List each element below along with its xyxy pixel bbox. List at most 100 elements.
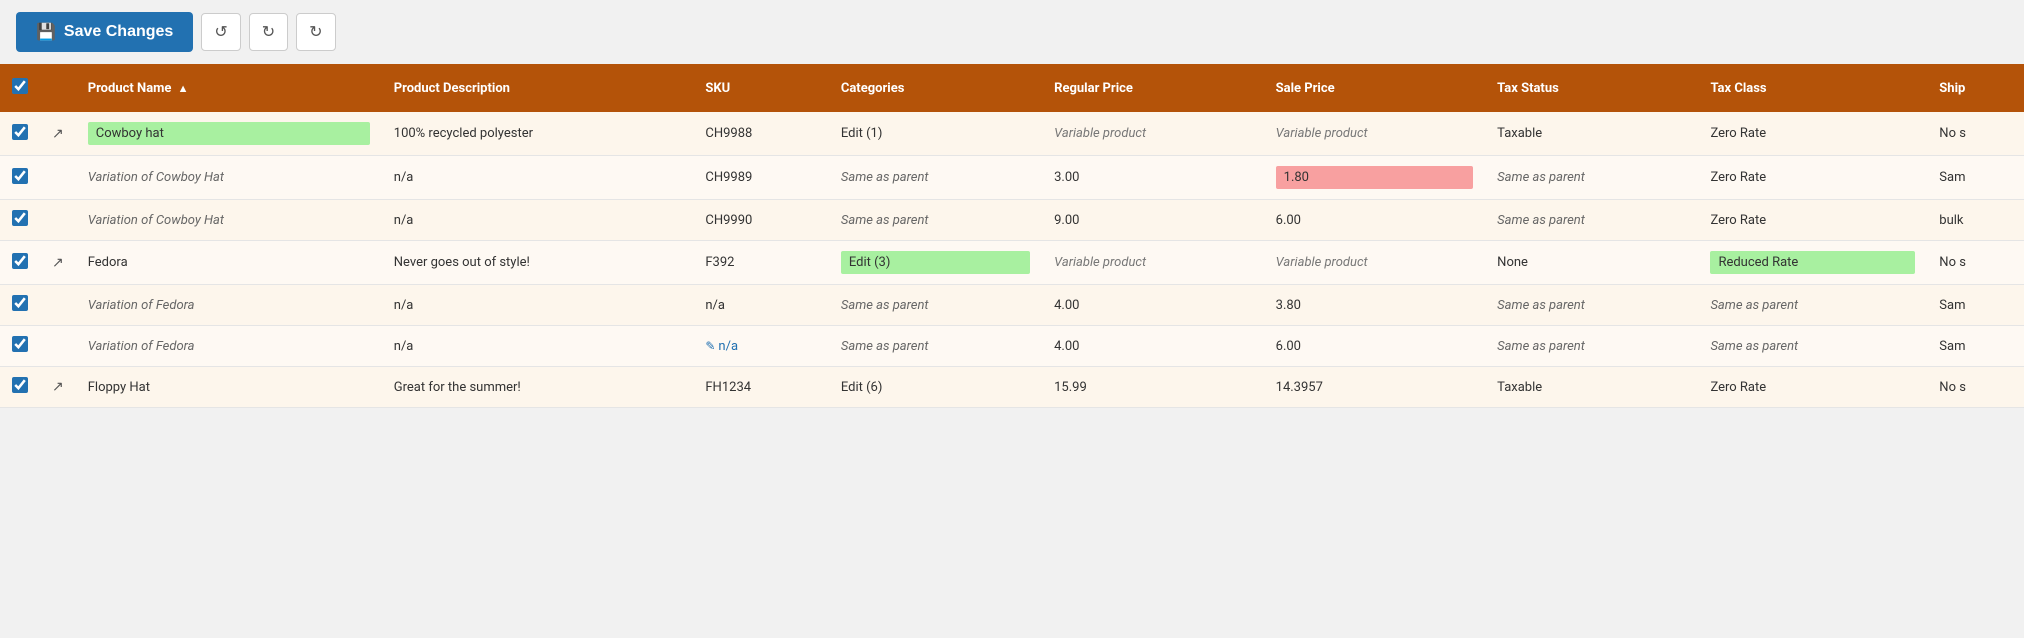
product-name-cell: Cowboy hat bbox=[76, 112, 382, 156]
product-description-cell: Great for the summer! bbox=[382, 367, 694, 408]
tax-status-value: Taxable bbox=[1497, 126, 1542, 141]
product-name-cell: Fedora bbox=[76, 241, 382, 285]
row-checkbox-cell bbox=[0, 285, 40, 326]
tax-class-value: Same as parent bbox=[1710, 298, 1798, 313]
row-link-cell: ↗ bbox=[40, 112, 76, 156]
regular-price-value: 9.00 bbox=[1054, 213, 1079, 228]
categories-value[interactable]: Edit (3) bbox=[841, 251, 1030, 274]
tax-class-cell: Zero Rate bbox=[1698, 200, 1927, 241]
sku-cell: F392 bbox=[693, 241, 828, 285]
undo-button[interactable]: ↺ bbox=[201, 13, 240, 51]
table-row: ↗ Fedora Never goes out of style!F392 Edit … bbox=[0, 241, 2024, 285]
regular-price-value: 4.00 bbox=[1054, 339, 1079, 354]
ship-cell: No s bbox=[1927, 112, 2024, 156]
sort-icon: ▲ bbox=[178, 82, 189, 95]
product-name-cell: Floppy Hat bbox=[76, 367, 382, 408]
external-link-icon[interactable]: ↗ bbox=[52, 255, 64, 271]
save-label: Save Changes bbox=[64, 23, 173, 41]
tax-status-value: Same as parent bbox=[1497, 298, 1585, 313]
row-checkbox[interactable] bbox=[12, 124, 28, 140]
sku-cell: n/a bbox=[693, 285, 828, 326]
sku-edit-icon[interactable]: ✎ bbox=[705, 339, 718, 353]
header-sku: SKU bbox=[693, 64, 828, 112]
sale-price-value: 6.00 bbox=[1276, 339, 1301, 354]
regular-price-cell: 4.00 bbox=[1042, 326, 1264, 367]
tax-status-cell: Same as parent bbox=[1485, 200, 1698, 241]
tax-class-value: Zero Rate bbox=[1710, 170, 1766, 185]
row-checkbox-cell bbox=[0, 156, 40, 200]
sale-price-value: 1.80 bbox=[1276, 166, 1474, 189]
product-name: Floppy Hat bbox=[88, 380, 150, 395]
tax-status-value: Same as parent bbox=[1497, 339, 1585, 354]
tax-status-value: Same as parent bbox=[1497, 170, 1585, 185]
row-checkbox[interactable] bbox=[12, 336, 28, 352]
categories-cell: Same as parent bbox=[829, 326, 1042, 367]
sale-price-value: Variable product bbox=[1276, 255, 1368, 270]
product-name: Variation of Fedora bbox=[88, 298, 195, 313]
product-name-cell: Variation of Cowboy Hat bbox=[76, 200, 382, 241]
regular-price-cell: 15.99 bbox=[1042, 367, 1264, 408]
product-description-cell: Never goes out of style! bbox=[382, 241, 694, 285]
tax-status-value: None bbox=[1497, 255, 1528, 270]
table-row: Variation of Cowboy Hatn/aCH9989Same as … bbox=[0, 156, 2024, 200]
product-description-cell: n/a bbox=[382, 326, 694, 367]
product-name: Variation of Fedora bbox=[88, 339, 195, 354]
redo-button[interactable]: ↻ bbox=[249, 13, 288, 51]
categories-cell: Same as parent bbox=[829, 285, 1042, 326]
sku-cell: FH1234 bbox=[693, 367, 828, 408]
row-link-cell bbox=[40, 285, 76, 326]
save-button[interactable]: 💾 Save Changes bbox=[16, 12, 193, 52]
save-icon: 💾 bbox=[36, 22, 56, 42]
tax-class-value: Same as parent bbox=[1710, 339, 1798, 354]
header-tax-status: Tax Status bbox=[1485, 64, 1698, 112]
row-checkbox[interactable] bbox=[12, 253, 28, 269]
categories-cell: Same as parent bbox=[829, 200, 1042, 241]
row-checkbox[interactable] bbox=[12, 210, 28, 226]
regular-price-value: 15.99 bbox=[1054, 380, 1087, 395]
regular-price-cell: Variable product bbox=[1042, 241, 1264, 285]
regular-price-cell: Variable product bbox=[1042, 112, 1264, 156]
regular-price-cell: 3.00 bbox=[1042, 156, 1264, 200]
tax-class-cell: Reduced Rate bbox=[1698, 241, 1927, 285]
header-product-description: Product Description bbox=[382, 64, 694, 112]
categories-value: Same as parent bbox=[841, 170, 929, 185]
row-link-cell bbox=[40, 200, 76, 241]
tax-status-cell: Taxable bbox=[1485, 367, 1698, 408]
regular-price-value: Variable product bbox=[1054, 126, 1146, 141]
sku-cell: CH9990 bbox=[693, 200, 828, 241]
row-checkbox[interactable] bbox=[12, 168, 28, 184]
product-description-cell: n/a bbox=[382, 285, 694, 326]
header-sale-price: Sale Price bbox=[1264, 64, 1486, 112]
categories-value: Same as parent bbox=[841, 298, 929, 313]
row-checkbox[interactable] bbox=[12, 295, 28, 311]
table-row: ↗ Floppy Hat Great for the summer!FH1234Ed… bbox=[0, 367, 2024, 408]
sale-price-cell: Variable product bbox=[1264, 241, 1486, 285]
categories-cell: Edit (6) bbox=[829, 367, 1042, 408]
row-checkbox-cell bbox=[0, 241, 40, 285]
tax-class-cell: Same as parent bbox=[1698, 326, 1927, 367]
external-link-icon[interactable]: ↗ bbox=[52, 379, 64, 395]
row-link-cell bbox=[40, 326, 76, 367]
row-link-cell: ↗ bbox=[40, 367, 76, 408]
row-checkbox[interactable] bbox=[12, 377, 28, 393]
header-link-col bbox=[40, 64, 76, 112]
regular-price-cell: 9.00 bbox=[1042, 200, 1264, 241]
tax-class-cell: Zero Rate bbox=[1698, 156, 1927, 200]
product-name: Fedora bbox=[88, 255, 128, 270]
sale-price-value: Variable product bbox=[1276, 126, 1368, 141]
row-checkbox-cell bbox=[0, 367, 40, 408]
sale-price-cell: 3.80 bbox=[1264, 285, 1486, 326]
row-checkbox-cell bbox=[0, 326, 40, 367]
tax-class-value: Reduced Rate bbox=[1710, 251, 1915, 274]
sale-price-cell: 6.00 bbox=[1264, 326, 1486, 367]
table-row: Variation of Cowboy Hatn/aCH9990Same as … bbox=[0, 200, 2024, 241]
refresh-button[interactable]: ↻ bbox=[296, 13, 335, 51]
select-all-checkbox[interactable] bbox=[12, 78, 28, 94]
tax-class-cell: Zero Rate bbox=[1698, 112, 1927, 156]
external-link-icon[interactable]: ↗ bbox=[52, 126, 64, 142]
tax-status-cell: Same as parent bbox=[1485, 326, 1698, 367]
sale-price-cell: Variable product bbox=[1264, 112, 1486, 156]
tax-status-cell: None bbox=[1485, 241, 1698, 285]
categories-cell: Edit (1) bbox=[829, 112, 1042, 156]
sku-link[interactable]: n/a bbox=[718, 339, 738, 354]
